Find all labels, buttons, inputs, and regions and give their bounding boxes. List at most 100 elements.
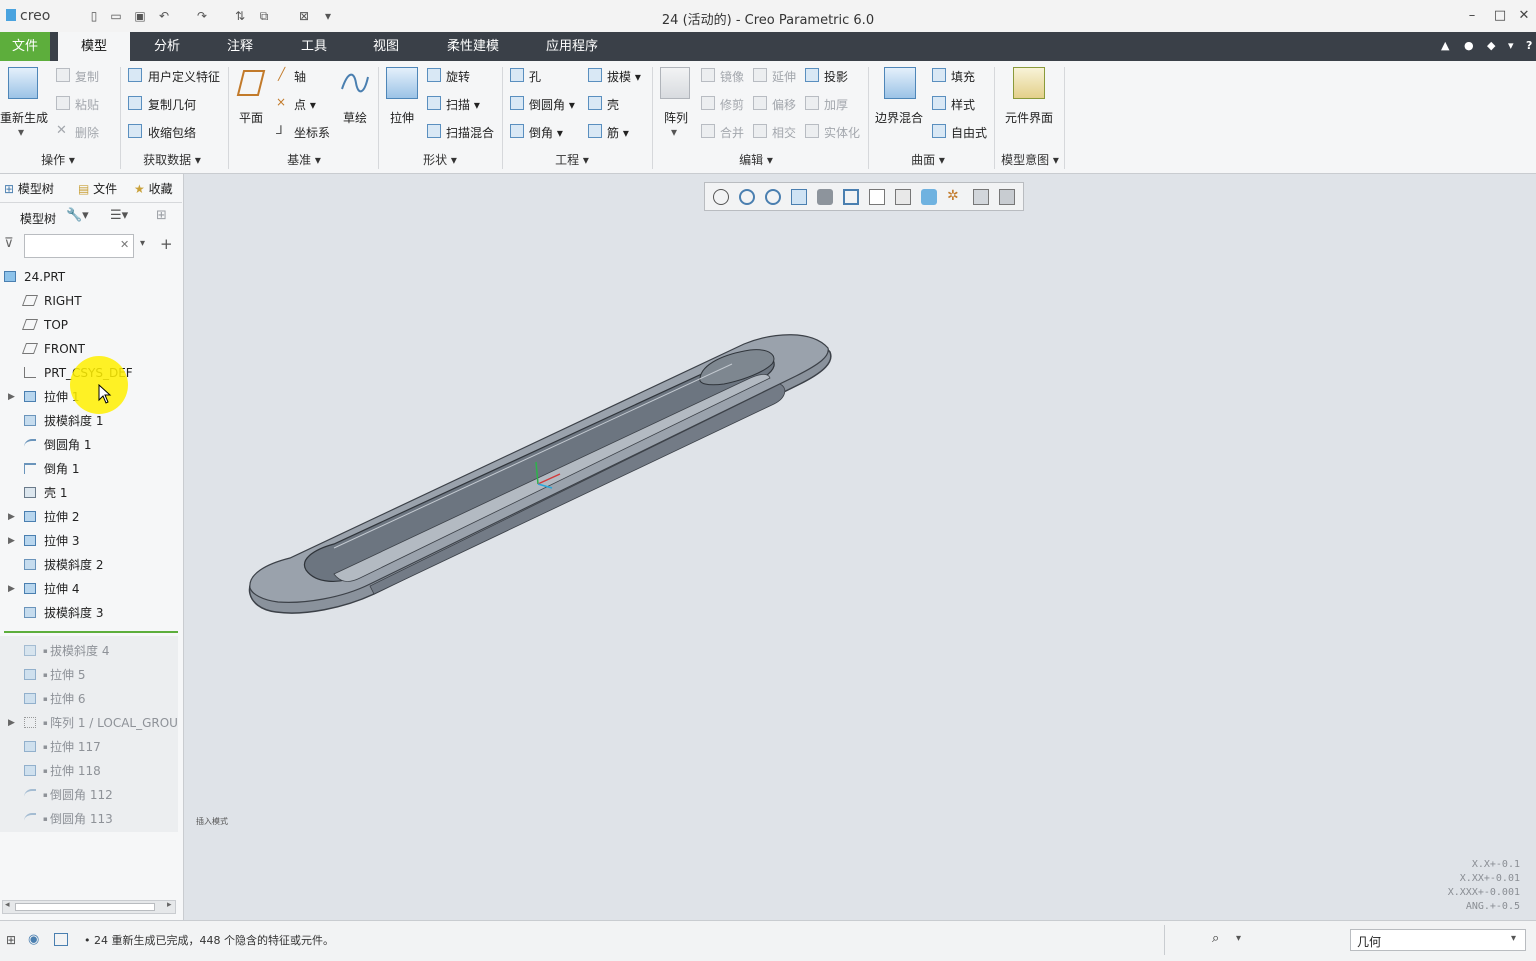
group-model-intent-label[interactable]: 模型意图 ▾ (998, 151, 1062, 168)
section-icon[interactable] (921, 189, 937, 205)
swept-blend-button[interactable]: 扫描混合 (446, 124, 494, 141)
tree-item-suppressed[interactable]: ▪ 拉伸 5 (0, 664, 180, 686)
tree-item[interactable]: 拔模斜度 1 (0, 410, 180, 432)
extend-button[interactable]: 延伸 (772, 68, 796, 85)
help-icon[interactable]: ? (1526, 39, 1532, 52)
expand-arrow-icon[interactable]: ▶ (8, 530, 15, 552)
part-3d-model[interactable] (184, 174, 1536, 920)
shrinkwrap-button[interactable]: 收缩包络 (148, 124, 196, 141)
chamfer-button[interactable]: 倒角 ▾ (529, 124, 563, 141)
tree-item[interactable]: 倒圆角 1 (0, 434, 180, 456)
expand-arrow-icon[interactable]: ▶ (8, 712, 15, 734)
copy-geometry-button[interactable]: 复制几何 (148, 96, 196, 113)
component-interface-button[interactable]: 元件界面 (1005, 109, 1053, 126)
expand-arrow-icon[interactable]: ▶ (8, 578, 15, 600)
scroll-right-icon[interactable]: ▸ (167, 900, 172, 910)
expand-arrow-icon[interactable]: ▶ (8, 386, 15, 408)
fill-button[interactable]: 填充 (951, 68, 975, 85)
view-manager-icon[interactable] (869, 189, 885, 205)
browser-icon[interactable]: ◉ (28, 932, 39, 947)
tree-settings-icon[interactable]: 🔧▾ (66, 208, 89, 223)
tree-item-suppressed[interactable]: ▶ ▪ 阵列 1 / LOCAL_GROU (0, 712, 180, 734)
collapse-ribbon-icon[interactable]: ▲ (1441, 39, 1449, 52)
tree-root[interactable]: 24.PRT (0, 266, 180, 288)
offset-button[interactable]: 偏移 (772, 96, 796, 113)
delete-button[interactable]: 删除 (75, 124, 99, 141)
draft-button[interactable]: 拔模 ▾ (607, 68, 641, 85)
tab-tools[interactable]: 工具 (288, 32, 340, 61)
group-engineering-label[interactable]: 工程 ▾ (552, 151, 592, 168)
tab-model-tree[interactable]: ⊞ 模型树 (4, 180, 54, 197)
learning-icon[interactable]: ◆ (1487, 39, 1495, 52)
scroll-left-icon[interactable]: ◂ (5, 900, 10, 910)
regenerate-button[interactable]: 重新生成 (0, 109, 48, 126)
datum-display-icon[interactable]: ✲ (947, 189, 963, 205)
find-dropdown-icon[interactable]: ▾ (1236, 933, 1241, 944)
plane-button[interactable]: 平面 (239, 109, 263, 126)
group-get-data-label[interactable]: 获取数据 ▾ (140, 151, 204, 168)
maximize-icon[interactable]: □ (1490, 8, 1510, 23)
tree-item-suppressed[interactable]: ▪ 倒圆角 113 (0, 808, 180, 830)
tree-item[interactable]: 倒角 1 (0, 458, 180, 480)
shell-button[interactable]: 壳 (607, 96, 619, 113)
user-icon[interactable]: ● (1464, 39, 1474, 52)
selection-filter-select[interactable]: 几何 ▾ (1350, 929, 1526, 951)
tree-item-suppressed[interactable]: ▪ 拉伸 118 (0, 760, 180, 782)
add-icon[interactable]: + (160, 235, 173, 253)
group-operations-label[interactable]: 操作 ▾ (38, 151, 78, 168)
pattern-button[interactable]: 阵列 (664, 109, 688, 126)
project-button[interactable]: 投影 (824, 68, 848, 85)
merge-button[interactable]: 合并 (720, 124, 744, 141)
repaint-icon[interactable] (791, 189, 807, 205)
tab-favorites[interactable]: ★ 收藏 (134, 180, 174, 197)
group-editing-label[interactable]: 编辑 ▾ (736, 151, 776, 168)
tree-item[interactable]: 拔模斜度 3 (0, 602, 180, 624)
rib-button[interactable]: 筋 ▾ (607, 124, 629, 141)
zoom-out-icon[interactable] (765, 189, 781, 205)
regenerate-icon[interactable] (8, 67, 38, 99)
trim-button[interactable]: 修剪 (720, 96, 744, 113)
tab-file[interactable]: 文件 (0, 32, 50, 61)
tab-view[interactable]: 视图 (360, 32, 412, 61)
dropdown-icon[interactable]: ▾ (1508, 39, 1514, 52)
tree-item-suppressed[interactable]: ▪ 拉伸 6 (0, 688, 180, 710)
copy-button[interactable]: 复制 (75, 68, 99, 85)
tab-folder-browser[interactable]: ▤ 文件 (78, 180, 117, 197)
solidify-button[interactable]: 实体化 (824, 124, 860, 141)
tab-flexible-modeling[interactable]: 柔性建模 (436, 32, 510, 61)
tree-item[interactable]: ▶ 拉伸 2 (0, 506, 180, 528)
tree-search-input[interactable] (24, 234, 134, 258)
udf-button[interactable]: 用户定义特征 (148, 68, 220, 85)
tree-item-suppressed[interactable]: ▪ 拉伸 117 (0, 736, 180, 758)
tree-filter-icon[interactable]: ⊞ (156, 208, 167, 223)
thicken-button[interactable]: 加厚 (824, 96, 848, 113)
revolve-button[interactable]: 旋转 (446, 68, 470, 85)
group-shapes-label[interactable]: 形状 ▾ (420, 151, 460, 168)
mirror-button[interactable]: 镜像 (720, 68, 744, 85)
insert-here-marker[interactable] (4, 631, 178, 633)
perspective-icon[interactable] (895, 189, 911, 205)
group-surfaces-label[interactable]: 曲面 ▾ (908, 151, 948, 168)
saved-orientations-icon[interactable] (843, 189, 859, 205)
tree-item-suppressed[interactable]: ▪ 倒圆角 112 (0, 784, 180, 806)
tab-annotate[interactable]: 注释 (214, 32, 266, 61)
tree-columns-icon[interactable]: ☰▾ (110, 208, 128, 223)
paste-button[interactable]: 粘贴 (75, 96, 99, 113)
search-dropdown-icon[interactable]: ▾ (140, 238, 145, 249)
extrude-button[interactable]: 拉伸 (390, 109, 414, 126)
group-datum-label[interactable]: 基准 ▾ (284, 151, 324, 168)
style-button[interactable]: 样式 (951, 96, 975, 113)
hole-button[interactable]: 孔 (529, 68, 541, 85)
regenerate-dropdown-icon[interactable]: ▾ (18, 125, 24, 139)
tab-analysis[interactable]: 分析 (140, 32, 194, 61)
pattern-dropdown-icon[interactable]: ▾ (671, 125, 677, 139)
find-icon[interactable]: ⌕ (1212, 931, 1219, 946)
graphics-viewport[interactable]: 插入模式 X.X+-0.1 X.XX+-0.01 X.XXX+-0.001 AN… (184, 174, 1536, 920)
tab-applications[interactable]: 应用程序 (536, 32, 608, 61)
tree-item[interactable]: 壳 1 (0, 482, 180, 504)
spin-center-icon[interactable] (999, 189, 1015, 205)
tree-item[interactable]: TOP (0, 314, 180, 336)
tree-item[interactable]: 拔模斜度 2 (0, 554, 180, 576)
filter-icon[interactable]: ⊽ (4, 236, 14, 251)
sketch-button[interactable]: 草绘 (343, 109, 367, 126)
